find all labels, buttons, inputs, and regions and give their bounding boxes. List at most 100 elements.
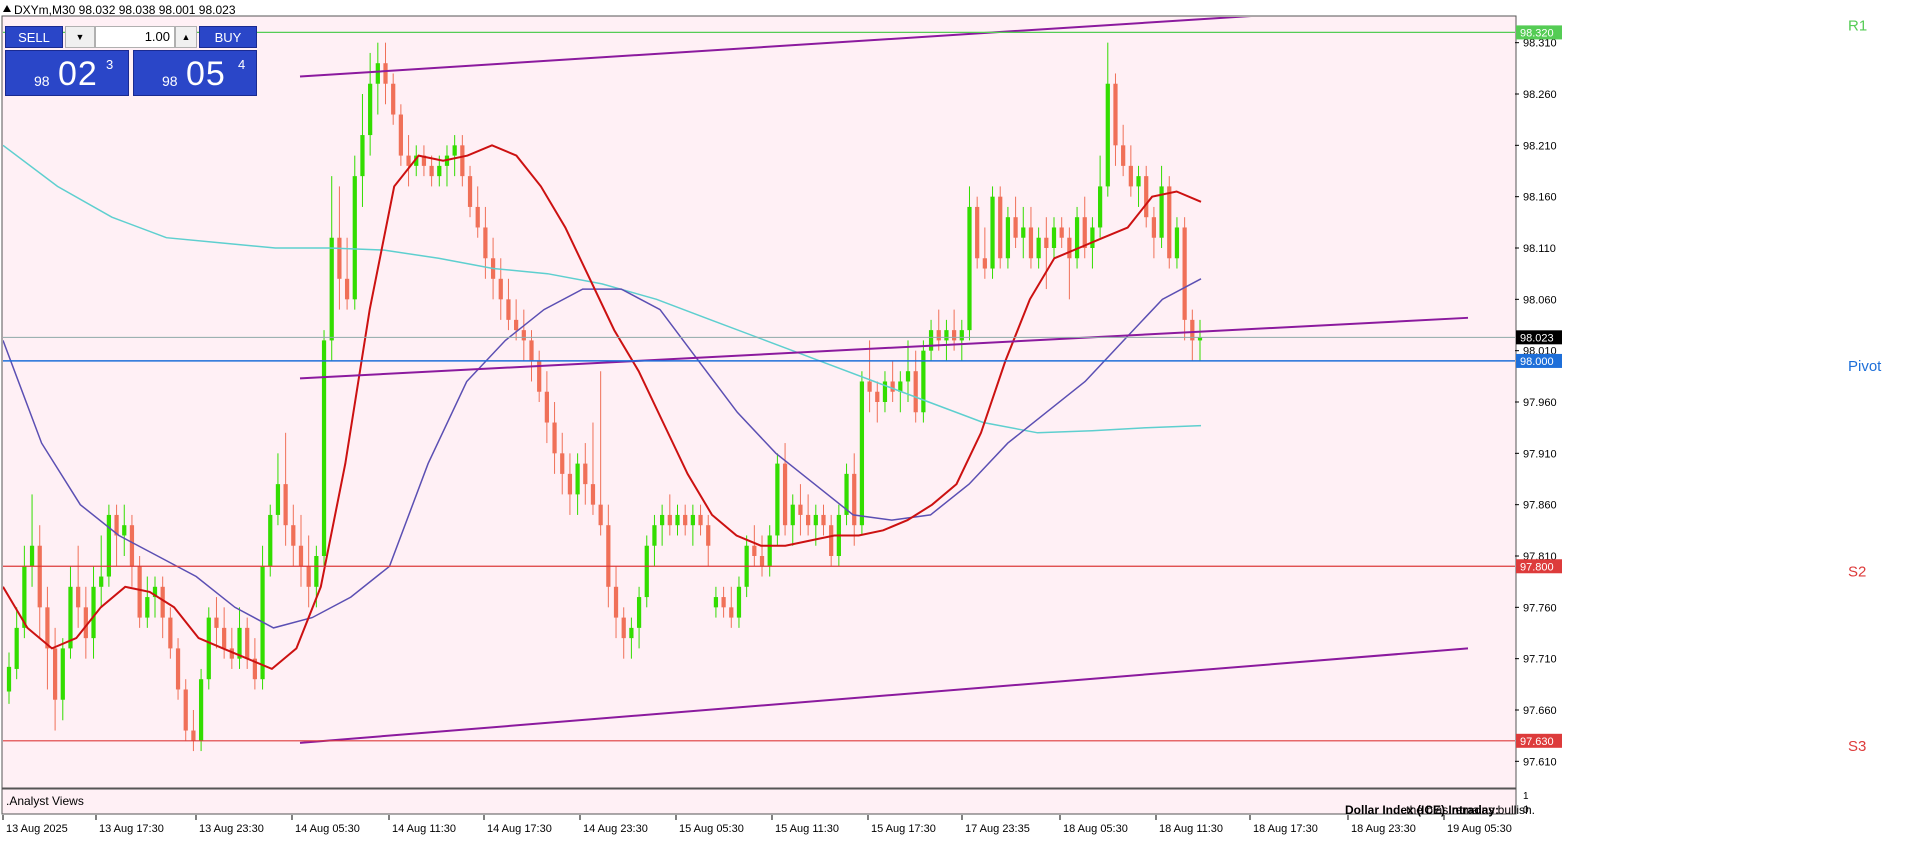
y-tick-label: 97.710 (1523, 654, 1557, 666)
x-tick-label: 18 Aug 17:30 (1253, 823, 1318, 835)
x-tick-label: 15 Aug 11:30 (775, 823, 839, 835)
candle-body (967, 206, 972, 331)
candle-body (936, 330, 941, 341)
candle-body (544, 391, 549, 423)
candle-body (1067, 237, 1072, 259)
buy-button[interactable]: BUY (199, 26, 257, 48)
lot-size-input[interactable]: 1.00 (95, 26, 175, 48)
candle-body (222, 627, 227, 649)
candle-body (137, 566, 142, 618)
candle-body (829, 525, 834, 556)
x-tick-label: 14 Aug 05:30 (295, 823, 360, 835)
sell-quote[interactable]: 98 02 3 (5, 50, 129, 96)
candle-body (483, 227, 488, 259)
y-tick-label: 98.160 (1523, 192, 1557, 204)
candle-body (344, 278, 350, 300)
candle-body (813, 514, 818, 526)
chevron-down-icon: ▼ (75, 32, 85, 42)
price-tag-text-s2: 97.800 (1520, 561, 1554, 573)
candle-body (867, 381, 872, 392)
buy-quote-big: 05 (186, 55, 226, 93)
buy-quote[interactable]: 98 05 4 (133, 50, 257, 96)
candle-body (944, 330, 949, 341)
candle-body (913, 371, 918, 413)
lot-decrease-button[interactable]: ▼ (65, 26, 95, 48)
y-tick-label: 97.960 (1523, 397, 1557, 409)
buy-quote-sup: 4 (238, 57, 246, 72)
sell-button[interactable]: SELL (5, 26, 63, 48)
candle-body (1136, 176, 1141, 187)
candle-body (360, 135, 365, 177)
candle-body (352, 176, 357, 300)
candle-body (706, 525, 711, 546)
candle-body (375, 63, 380, 84)
x-tick-label: 13 Aug 2025 (6, 823, 68, 835)
candle-body (268, 514, 273, 567)
plot-area (2, 16, 1516, 788)
candle-body (675, 514, 680, 526)
chart-window: 98.310 98.260 98.210 98.160 98.110 98.060 98.0… (0, 0, 1916, 840)
x-tick-label: 17 Aug 23:35 (965, 823, 1030, 835)
candle-body (14, 627, 19, 669)
candle-body (467, 176, 473, 207)
candle-body (1082, 217, 1087, 248)
candle-body (245, 627, 250, 659)
candle-body (529, 340, 534, 361)
lot-increase-button[interactable]: ▲ (175, 26, 197, 48)
candle-body (790, 504, 795, 526)
candle-body (175, 648, 181, 690)
candle-body (928, 330, 934, 351)
candle-body (106, 514, 112, 577)
candle-body (729, 607, 734, 618)
candle-body (690, 514, 695, 526)
price-tag-text-pivot: 98.000 (1520, 356, 1554, 368)
candle-body (975, 206, 980, 259)
candle-body (621, 617, 626, 639)
price-chart[interactable]: 98.310 98.260 98.210 98.160 98.110 98.060 98.0… (0, 0, 1916, 840)
candle-body (37, 545, 42, 608)
candle-body (1128, 165, 1133, 187)
candle-body (52, 648, 58, 700)
candle-body (506, 299, 511, 320)
candle-body (1044, 237, 1049, 248)
y-tick-label: 97.860 (1523, 500, 1557, 512)
y-tick-label: 98.110 (1523, 243, 1556, 255)
x-tick-label: 15 Aug 17:30 (871, 823, 936, 835)
collapse-triangle-icon[interactable] (3, 5, 11, 12)
y-tick-label: 98.310 (1523, 38, 1557, 50)
candle-body (636, 597, 642, 628)
x-tick-label: 15 Aug 05:30 (679, 823, 744, 835)
candle-body (613, 586, 619, 618)
candle-body (168, 617, 173, 649)
y-tick-label: 98.260 (1523, 89, 1557, 101)
level-label-s2: S2 (1848, 563, 1866, 580)
y-tick-label: 97.760 (1523, 602, 1557, 614)
candle-body (629, 627, 634, 639)
candle-body (806, 514, 811, 526)
candle-body (713, 597, 719, 608)
candle-body (406, 155, 411, 166)
candle-body (460, 145, 465, 177)
candle-body (306, 566, 311, 587)
indicator-scale-top: 1 (1523, 791, 1529, 802)
candle-body (76, 586, 81, 608)
candle-body (129, 525, 135, 567)
x-tick-label: 14 Aug 17:30 (487, 823, 552, 835)
price-tag-text-r1: 98.320 (1520, 27, 1554, 39)
candle-body (905, 371, 911, 382)
candle-body (337, 237, 342, 279)
y-tick-label: 98.210 (1523, 140, 1557, 152)
indicator-label: .Analyst Views (6, 794, 84, 808)
candle-body (736, 586, 742, 618)
candle-body (398, 114, 403, 156)
candle-body (329, 237, 334, 341)
candle-body (1013, 217, 1018, 238)
candle-body (652, 525, 657, 546)
buy-quote-small: 98 (162, 73, 178, 89)
candle-body (875, 391, 880, 402)
candle-body (921, 350, 926, 413)
candle-body (91, 586, 96, 639)
candle-body (667, 514, 672, 526)
candle-body (821, 514, 826, 526)
candle-body (1090, 227, 1095, 248)
